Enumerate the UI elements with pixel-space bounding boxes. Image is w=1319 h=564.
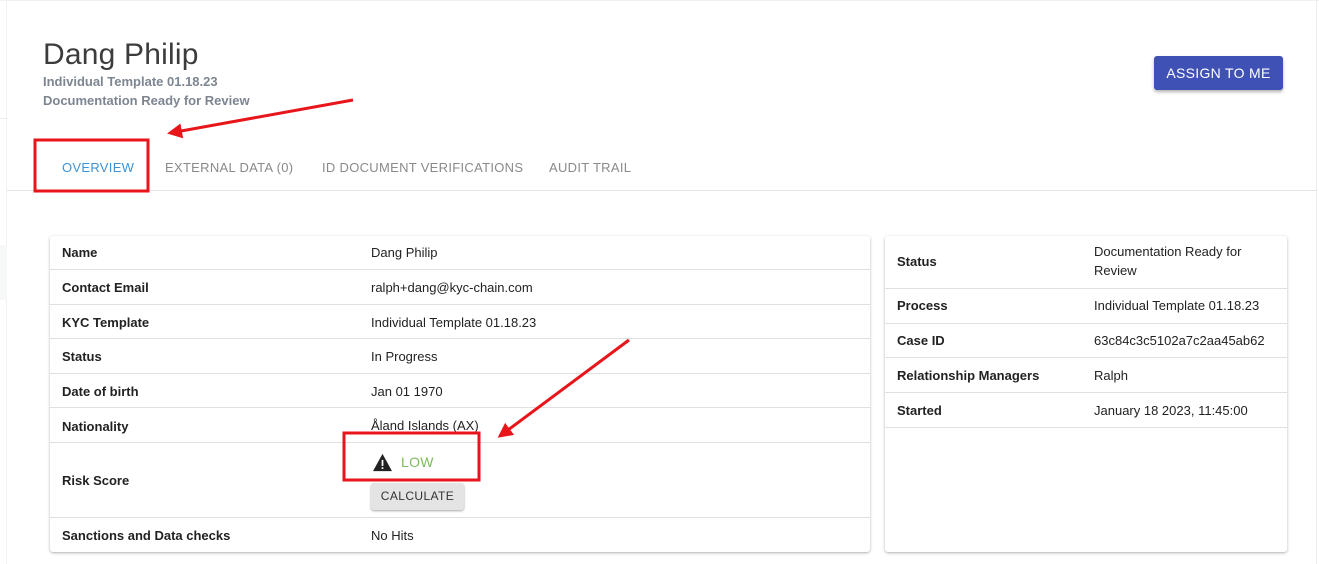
summary-value: Individual Template 01.18.23 — [1094, 298, 1260, 313]
detail-row-name: Name Dang Philip — [50, 236, 870, 270]
detail-label: KYC Template — [62, 315, 150, 330]
summary-value: 63c84c3c5102a7c2aa45ab62 — [1094, 333, 1265, 348]
left-panel-divider — [0, 118, 7, 124]
detail-value: No Hits — [371, 528, 414, 543]
detail-row-contact-email: Contact Email ralph+dang@kyc-chain.com — [50, 270, 870, 305]
tab-overview[interactable]: OVERVIEW — [62, 160, 134, 175]
detail-row-kyc-template: KYC Template Individual Template 01.18.2… — [50, 305, 870, 339]
detail-row-status: Status In Progress — [50, 339, 870, 374]
summary-row-status: Status Documentation Ready for Review — [885, 236, 1287, 289]
summary-card: Status Documentation Ready for Review Pr… — [885, 236, 1287, 552]
detail-row-date-of-birth: Date of birth Jan 01 1970 — [50, 374, 870, 408]
status-subtitle: Documentation Ready for Review — [43, 93, 250, 108]
template-subtitle: Individual Template 01.18.23 — [43, 74, 218, 89]
top-divider — [0, 0, 1319, 4]
detail-label: Contact Email — [62, 280, 149, 295]
summary-label: Case ID — [897, 333, 945, 348]
detail-label: Nationality — [62, 419, 129, 434]
summary-row-process: Process Individual Template 01.18.23 — [885, 289, 1287, 324]
summary-label: Process — [897, 298, 948, 313]
summary-value: Documentation Ready for Review — [1094, 244, 1242, 278]
summary-row-started: Started January 18 2023, 11:45:00 — [885, 393, 1287, 428]
detail-label: Risk Score — [62, 473, 130, 488]
risk-score-value: LOW — [401, 454, 434, 470]
detail-value: Dang Philip — [371, 245, 438, 260]
summary-label: Started — [897, 403, 942, 418]
left-panel-highlight — [0, 245, 7, 300]
detail-value: ralph+dang@kyc-chain.com — [371, 280, 533, 295]
detail-label: Name — [62, 245, 98, 260]
detail-value: In Progress — [371, 349, 438, 364]
summary-value: Ralph — [1094, 368, 1128, 383]
case-overview-page: Dang Philip Individual Template 01.18.23… — [0, 0, 1319, 564]
detail-label: Date of birth — [62, 384, 139, 399]
detail-value: Jan 01 1970 — [371, 384, 443, 399]
tab-id-document-verifications[interactable]: ID DOCUMENT VERIFICATIONS — [322, 160, 523, 175]
assign-to-me-button[interactable]: ASSIGN TO ME — [1154, 56, 1283, 90]
detail-row-sanctions: Sanctions and Data checks No Hits — [50, 518, 870, 552]
page-title: Dang Philip — [43, 38, 199, 71]
summary-row-case-id: Case ID 63c84c3c5102a7c2aa45ab62 — [885, 324, 1287, 358]
details-card: Name Dang Philip Contact Email ralph+dan… — [50, 236, 870, 552]
summary-value: January 18 2023, 11:45:00 — [1094, 403, 1248, 418]
tabs-divider — [7, 190, 1317, 191]
tab-audit-trail[interactable]: AUDIT TRAIL — [549, 160, 631, 175]
detail-label: Status — [62, 349, 102, 364]
calculate-button[interactable]: CALCULATE — [371, 483, 464, 510]
tab-external-data[interactable]: EXTERNAL DATA (0) — [165, 160, 293, 175]
summary-row-relationship-managers: Relationship Managers Ralph — [885, 358, 1287, 393]
detail-label: Sanctions and Data checks — [62, 528, 231, 543]
detail-value: Individual Template 01.18.23 — [371, 315, 537, 330]
detail-value: Åland Islands (AX) — [371, 418, 479, 433]
detail-row-nationality: Nationality Åland Islands (AX) — [50, 408, 870, 443]
summary-label: Relationship Managers — [897, 368, 1040, 383]
summary-label: Status — [897, 254, 937, 269]
warning-triangle-icon — [373, 453, 392, 472]
